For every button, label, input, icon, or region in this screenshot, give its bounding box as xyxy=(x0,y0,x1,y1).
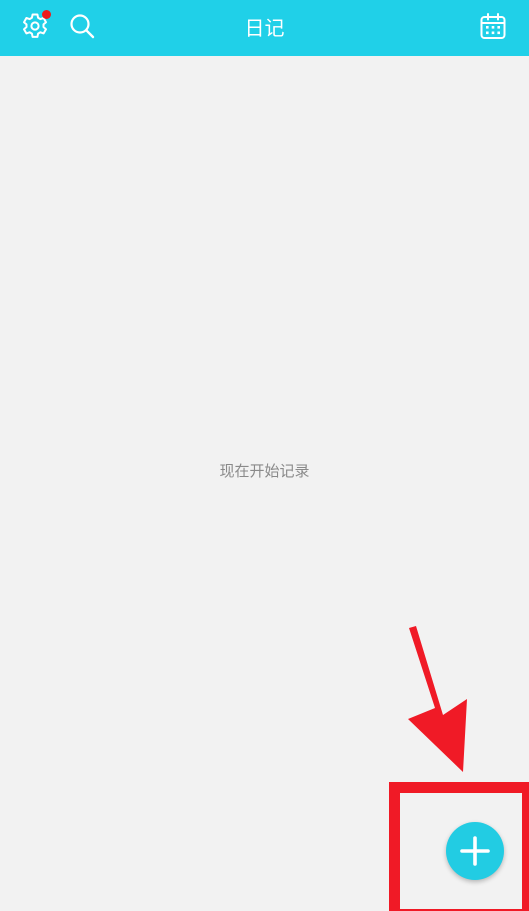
calendar-button[interactable] xyxy=(477,10,509,42)
plus-icon xyxy=(460,836,490,866)
search-icon xyxy=(70,14,95,39)
notification-dot xyxy=(42,10,51,19)
empty-state-message: 现在开始记录 xyxy=(219,462,310,480)
search-button[interactable] xyxy=(66,10,98,42)
top-bar: 日记 xyxy=(0,0,529,56)
calendar-icon xyxy=(480,13,506,39)
add-entry-button[interactable] xyxy=(446,822,504,880)
annotation-arrow xyxy=(408,626,467,772)
app-screen: 日记 现在开始记录 xyxy=(0,0,529,911)
